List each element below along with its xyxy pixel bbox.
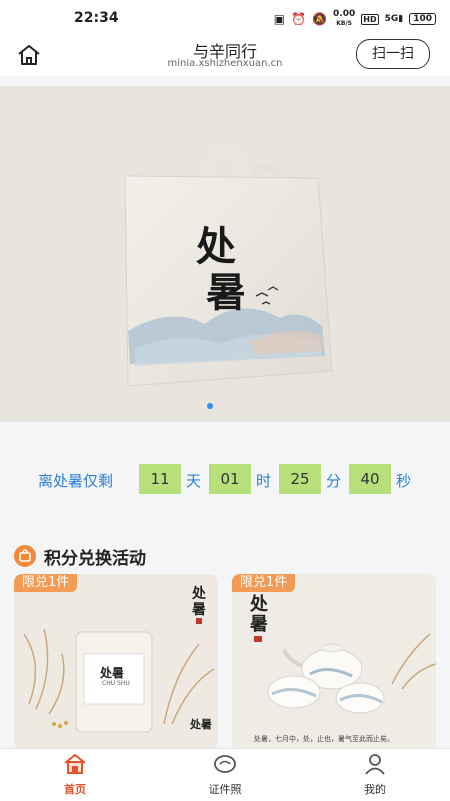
countdown-hours: 01 bbox=[209, 464, 251, 494]
hd-badge: HD bbox=[361, 13, 379, 25]
tab-home[interactable]: 首页 bbox=[30, 753, 120, 797]
speed-value: 0.00 bbox=[333, 9, 356, 19]
card1-calligraphy-1: 处 bbox=[191, 585, 207, 602]
carousel-indicator-dot[interactable] bbox=[207, 403, 213, 409]
product-card[interactable]: 处 暑 限兑1件 处暑，七月中，处，止也，暑气至此而止矣。 bbox=[232, 574, 436, 750]
card2-calligraphy-2: 暑 bbox=[250, 614, 268, 635]
home-icon bbox=[64, 753, 86, 774]
countdown-label: 离处暑仅剩 bbox=[38, 472, 114, 490]
battery-icon: 100 bbox=[409, 13, 436, 25]
countdown-seconds: 40 bbox=[349, 464, 391, 494]
tote-bag-image: 处 暑 bbox=[0, 86, 450, 422]
countdown-seconds-unit: 秒 bbox=[396, 472, 412, 490]
countdown-days-unit: 天 bbox=[186, 472, 202, 490]
limit-badge: 限兑1件 bbox=[232, 574, 296, 592]
tab-mine[interactable]: 我的 bbox=[330, 753, 420, 797]
mute-icon: 🔕 bbox=[312, 12, 328, 26]
gift-bag-icon bbox=[14, 545, 36, 567]
network-speed: 0.00 KB/S bbox=[333, 10, 355, 28]
card2-caption: 处暑，七月中，处，止也，暑气至此而止矣。 bbox=[254, 735, 394, 743]
card1-corner-text: 处暑 bbox=[190, 718, 212, 731]
countdown-days: 11 bbox=[139, 464, 181, 494]
card1-calligraphy-2: 暑 bbox=[192, 602, 206, 618]
signal-label: 5G bbox=[384, 14, 399, 24]
scan-button[interactable]: 扫一扫 bbox=[356, 39, 430, 69]
product-card[interactable]: 处 暑 限兑1件 处暑 CHU SHU 处暑 bbox=[14, 574, 218, 750]
battery-level: 100 bbox=[413, 14, 432, 24]
banner-carousel[interactable]: 处 暑 bbox=[0, 86, 450, 422]
status-bar: 22:34 ▣ ⏰ 🔕 0.00 KB/S HD 5G▮ 100 bbox=[0, 0, 450, 36]
status-icons: ▣ ⏰ 🔕 0.00 KB/S HD 5G▮ 100 bbox=[274, 10, 436, 28]
signal-icon: 5G▮ bbox=[384, 14, 404, 24]
candle-label: 处暑 bbox=[100, 666, 125, 680]
candle-product-image: 处 暑 bbox=[14, 574, 218, 750]
user-icon bbox=[365, 754, 385, 775]
countdown-hours-unit: 时 bbox=[256, 472, 272, 490]
tab-mine-label: 我的 bbox=[364, 783, 386, 796]
limit-badge: 限兑1件 bbox=[14, 574, 78, 592]
nfc-icon: ▣ bbox=[273, 12, 286, 26]
tab-home-label: 首页 bbox=[64, 783, 86, 796]
section-header: 积分兑换活动 bbox=[14, 544, 146, 569]
alarm-icon: ⏰ bbox=[291, 12, 307, 26]
section-title: 积分兑换活动 bbox=[44, 548, 146, 569]
bag-text-line1: 处 bbox=[196, 223, 236, 270]
countdown-minutes: 25 bbox=[279, 464, 321, 494]
candle-pinyin: CHU SHU bbox=[102, 680, 130, 687]
photo-id-icon bbox=[214, 755, 236, 773]
app-header: 与辛同行 minia.xshizhenxuan.cn 扫一扫 bbox=[0, 36, 450, 76]
bottom-tab-bar: 首页 证件照 我的 bbox=[0, 748, 450, 801]
teaset-product-image: 处 暑 bbox=[232, 574, 436, 750]
tab-id-photo-label: 证件照 bbox=[208, 783, 242, 796]
status-time: 22:34 bbox=[74, 10, 119, 26]
tab-id-photo[interactable]: 证件照 bbox=[180, 753, 270, 797]
card2-calligraphy-1: 处 bbox=[249, 593, 269, 615]
bag-text-line2: 暑 bbox=[206, 269, 246, 316]
countdown-panel: 离处暑仅剩 11 天 01 时 25 分 40 秒 bbox=[0, 456, 450, 502]
speed-unit: KB/S bbox=[336, 20, 353, 27]
countdown-minutes-unit: 分 bbox=[326, 472, 342, 490]
